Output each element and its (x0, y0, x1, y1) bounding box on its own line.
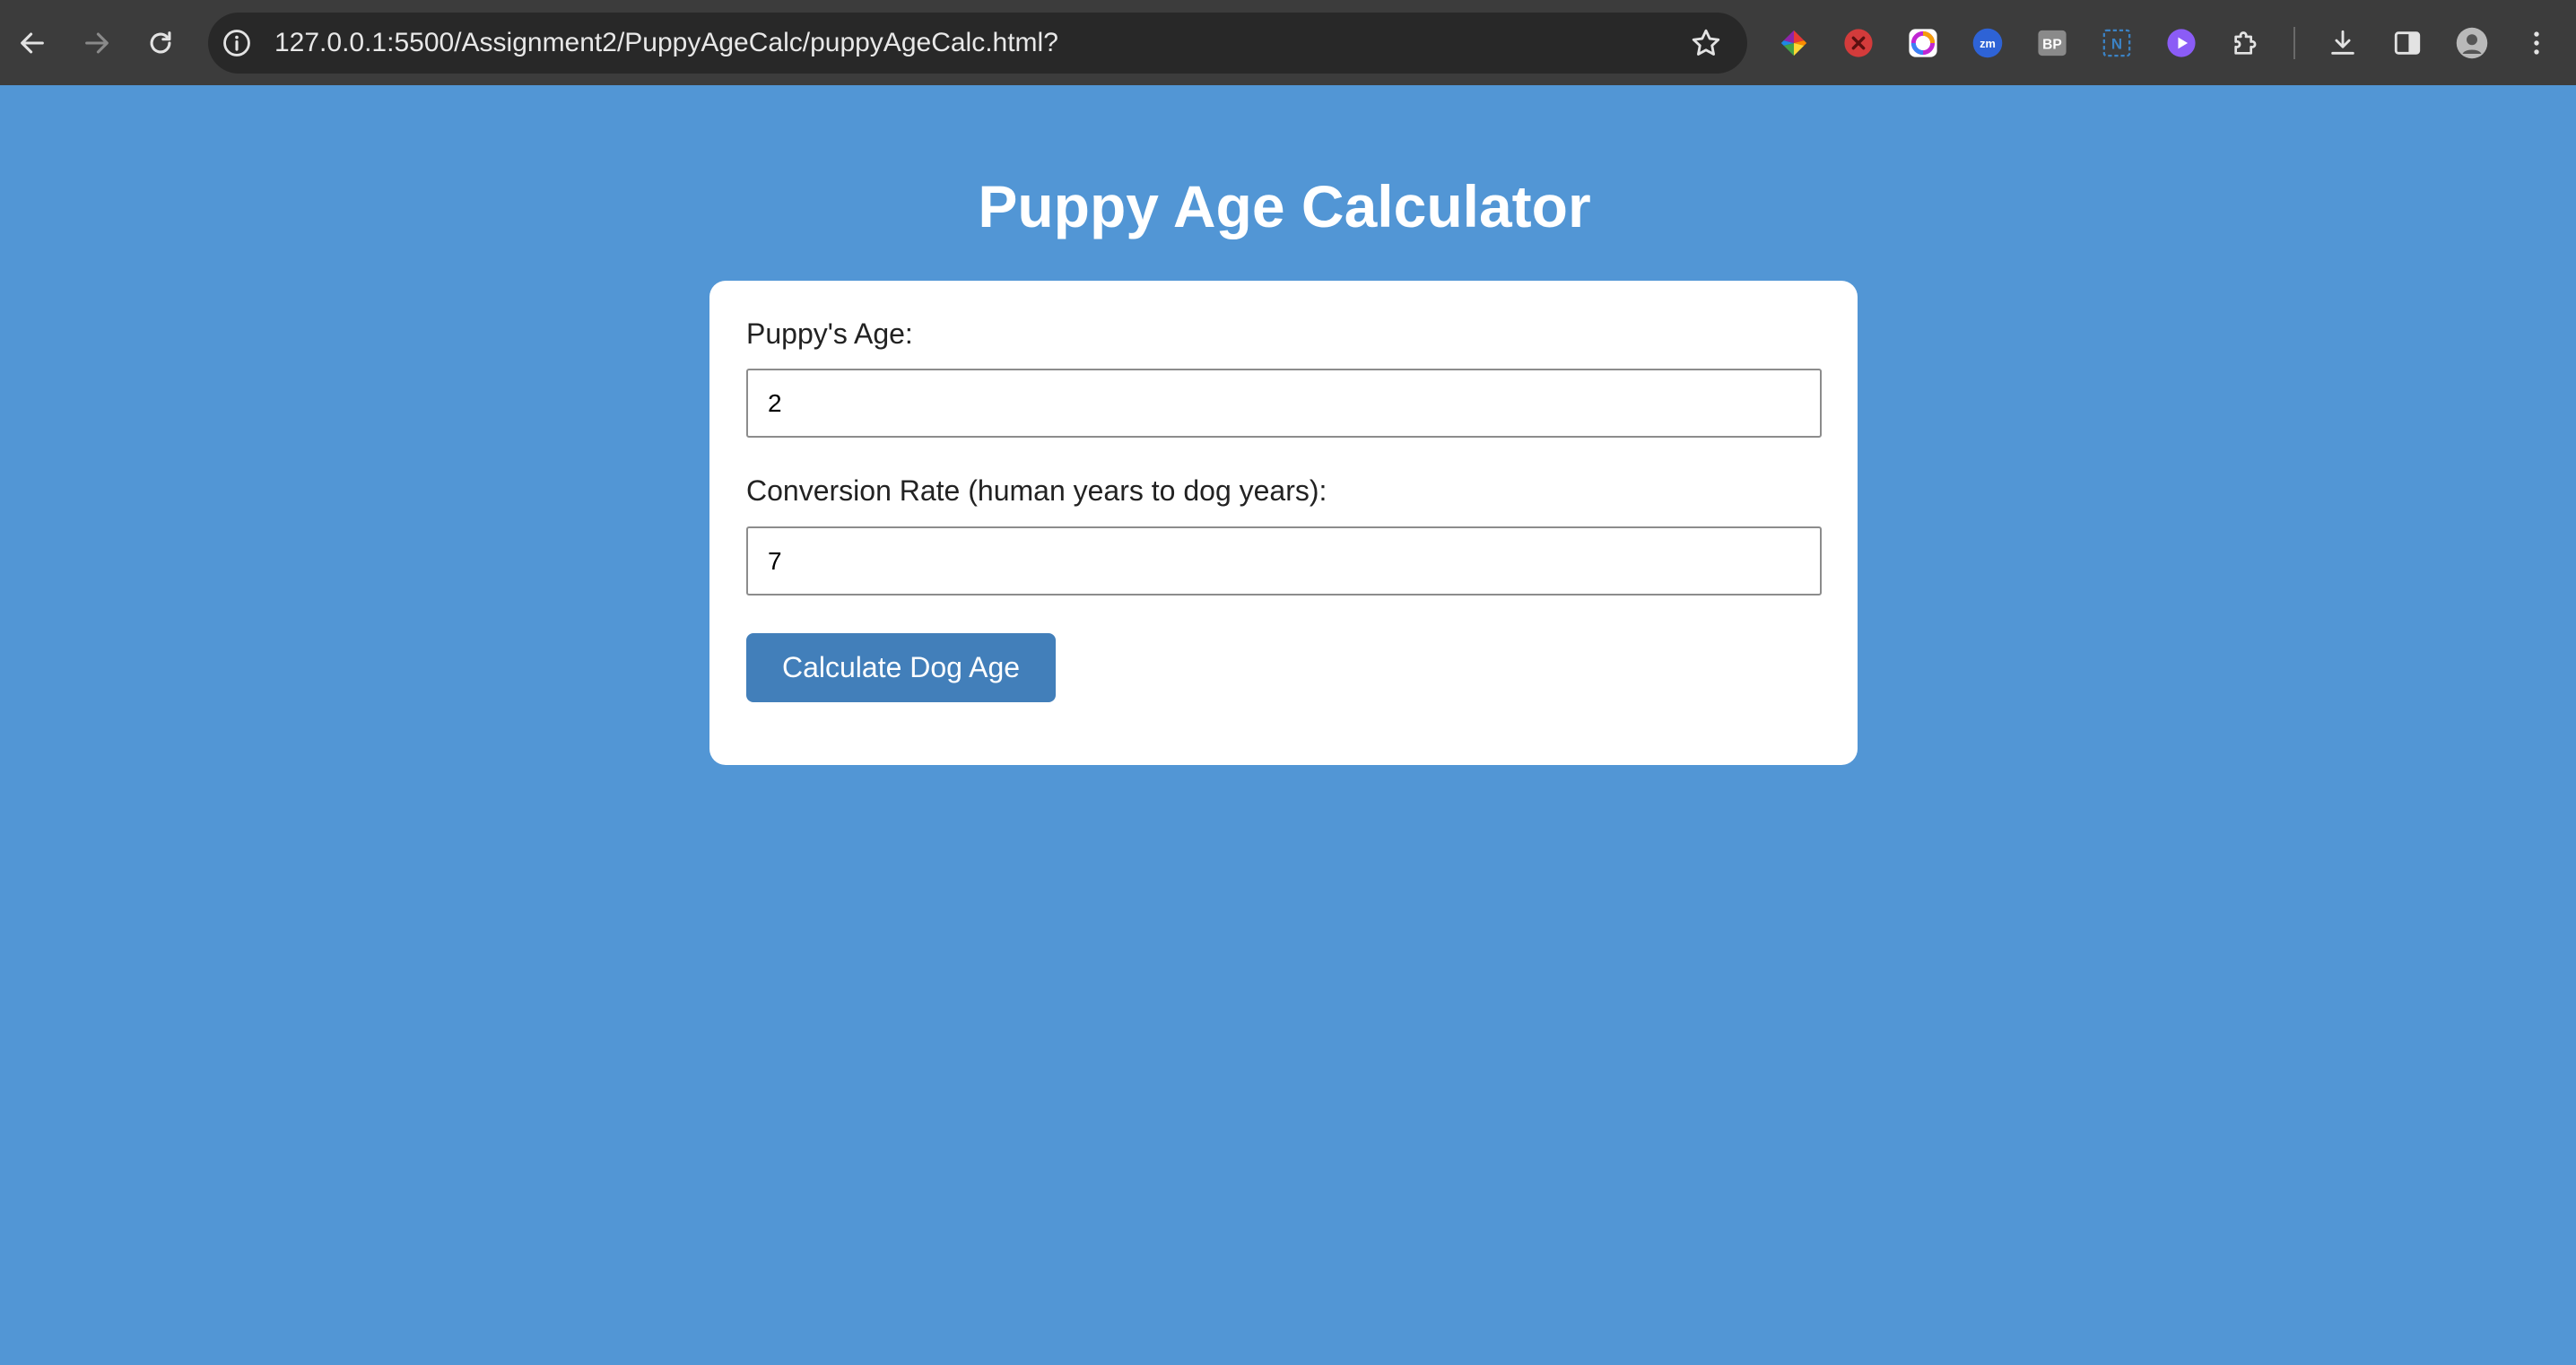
purple-play-extension-icon[interactable] (2165, 27, 2197, 59)
conversion-rate-label: Conversion Rate (human years to dog year… (746, 474, 1327, 507)
zoom-extension-icon[interactable]: zm (1971, 27, 2004, 59)
puzzle-extensions-icon[interactable] (2230, 27, 2262, 59)
address-bar[interactable]: 127.0.0.1:5500/Assignment2/PuppyAgeCalc/… (208, 13, 1747, 74)
profile-avatar-icon[interactable] (2456, 27, 2488, 59)
bp-extension-icon[interactable]: BP (2036, 27, 2068, 59)
forward-arrow-icon (85, 32, 109, 54)
browser-toolbar: 127.0.0.1:5500/Assignment2/PuppyAgeCalc/… (0, 0, 2576, 85)
reload-button[interactable] (139, 22, 182, 65)
more-menu-icon[interactable] (2520, 27, 2553, 59)
calculator-card: Puppy's Age: Conversion Rate (human year… (709, 281, 1858, 765)
site-info-icon[interactable] (221, 27, 253, 59)
reload-icon (150, 31, 171, 54)
notion-extension-label: N (2111, 35, 2122, 52)
calculate-dog-age-button[interactable]: Calculate Dog Age (746, 633, 1056, 702)
back-button[interactable] (11, 22, 54, 65)
forward-button[interactable] (75, 22, 118, 65)
download-icon[interactable] (2327, 27, 2359, 59)
bp-extension-label: BP (2042, 37, 2062, 52)
colorful-ring-extension-icon[interactable] (1907, 27, 1939, 59)
puppy-age-label: Puppy's Age: (746, 317, 913, 350)
color-wheel-extension-icon[interactable] (1778, 27, 1810, 59)
back-arrow-icon (21, 32, 44, 54)
conversion-rate-input[interactable] (746, 526, 1822, 596)
url-text[interactable]: 127.0.0.1:5500/Assignment2/PuppyAgeCalc/… (274, 13, 1058, 74)
red-x-extension-icon[interactable] (1842, 27, 1875, 59)
zoom-extension-label: zm (1980, 37, 1996, 50)
page-title: Puppy Age Calculator (978, 173, 1591, 239)
side-panel-icon[interactable] (2391, 27, 2424, 59)
toolbar-divider (2293, 27, 2295, 59)
bookmark-star-icon[interactable] (1690, 27, 1722, 59)
notion-extension-icon[interactable]: N (2101, 27, 2133, 59)
puppy-age-input[interactable] (746, 369, 1822, 438)
